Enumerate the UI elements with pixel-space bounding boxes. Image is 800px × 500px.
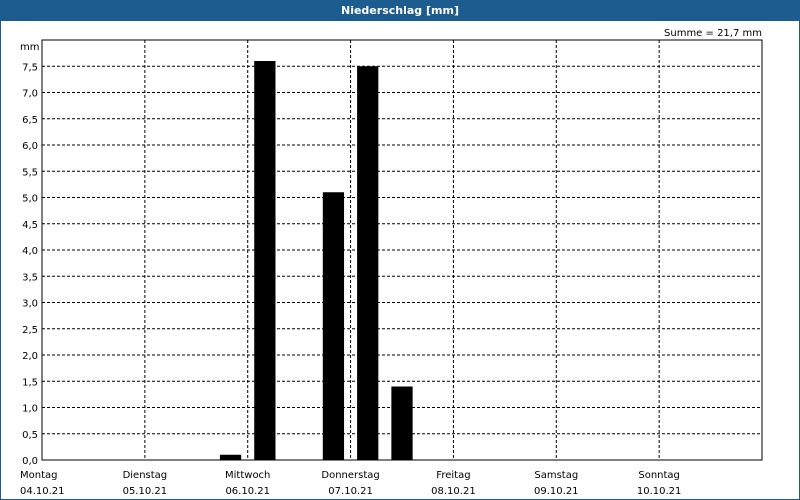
y-tick-label: 2,0 [22, 351, 38, 362]
bar [391, 386, 413, 460]
y-tick-label: 4,0 [22, 246, 38, 257]
bars [219, 61, 413, 460]
y-tick-label: 2,5 [22, 325, 38, 336]
x-tick-date: 07.10.21 [328, 486, 373, 497]
y-tick-label: 7,5 [22, 62, 38, 73]
x-tick-date: 08.10.21 [431, 486, 476, 497]
x-tick-date: 09.10.21 [534, 486, 579, 497]
summary-label: Summe = 21,7 mm [664, 28, 762, 39]
y-tick-label: 6,0 [22, 141, 38, 152]
y-tick-label: 0,0 [22, 456, 38, 467]
x-tick-weekday: Samstag [534, 470, 578, 481]
y-tick-label: 0,5 [22, 430, 38, 441]
x-tick-date: 05.10.21 [123, 486, 168, 497]
y-tick-label: 3,0 [22, 299, 38, 310]
x-tick-date: 10.10.21 [637, 486, 682, 497]
y-tick-label: 3,5 [22, 272, 38, 283]
y-axis-unit-label: mm [20, 42, 39, 53]
bar [322, 192, 345, 460]
x-tick-weekday: Mittwoch [225, 470, 270, 481]
y-tick-label: 1,5 [22, 377, 38, 388]
y-tick-label: 4,5 [22, 220, 38, 231]
precipitation-chart: mm Summe = 21,7 mm 0,0 0,5 1,0 1,5 2,0 2,5 3,0… [20, 28, 763, 497]
bar [219, 454, 242, 460]
y-tick-labels: 0,0 0,5 1,0 1,5 2,0 2,5 3,0 3,5 4,0 4,5 5,0 5,5 6,0 6… [22, 62, 38, 467]
x-tick-weekday: Montag [20, 470, 57, 481]
x-tick-weekday: Freitag [436, 470, 470, 481]
x-tick-date: 06.10.21 [225, 486, 270, 497]
x-tick-labels: Montag 04.10.21 Dienstag 05.10.21 Mittwoch 06… [20, 470, 681, 497]
y-tick-label: 6,5 [22, 115, 38, 126]
x-tick-weekday: Sonntag [638, 470, 680, 481]
y-tick-label: 1,0 [22, 404, 38, 415]
y-tick-label: 5,0 [22, 194, 38, 205]
x-tick-weekday: Donnerstag [321, 470, 379, 481]
y-tick-label: 5,5 [22, 167, 38, 178]
x-tick-weekday: Dienstag [123, 470, 168, 481]
x-tick-date: 04.10.21 [20, 486, 65, 497]
y-tick-label: 7,0 [22, 89, 38, 100]
bar [254, 61, 276, 460]
bar [357, 66, 379, 460]
